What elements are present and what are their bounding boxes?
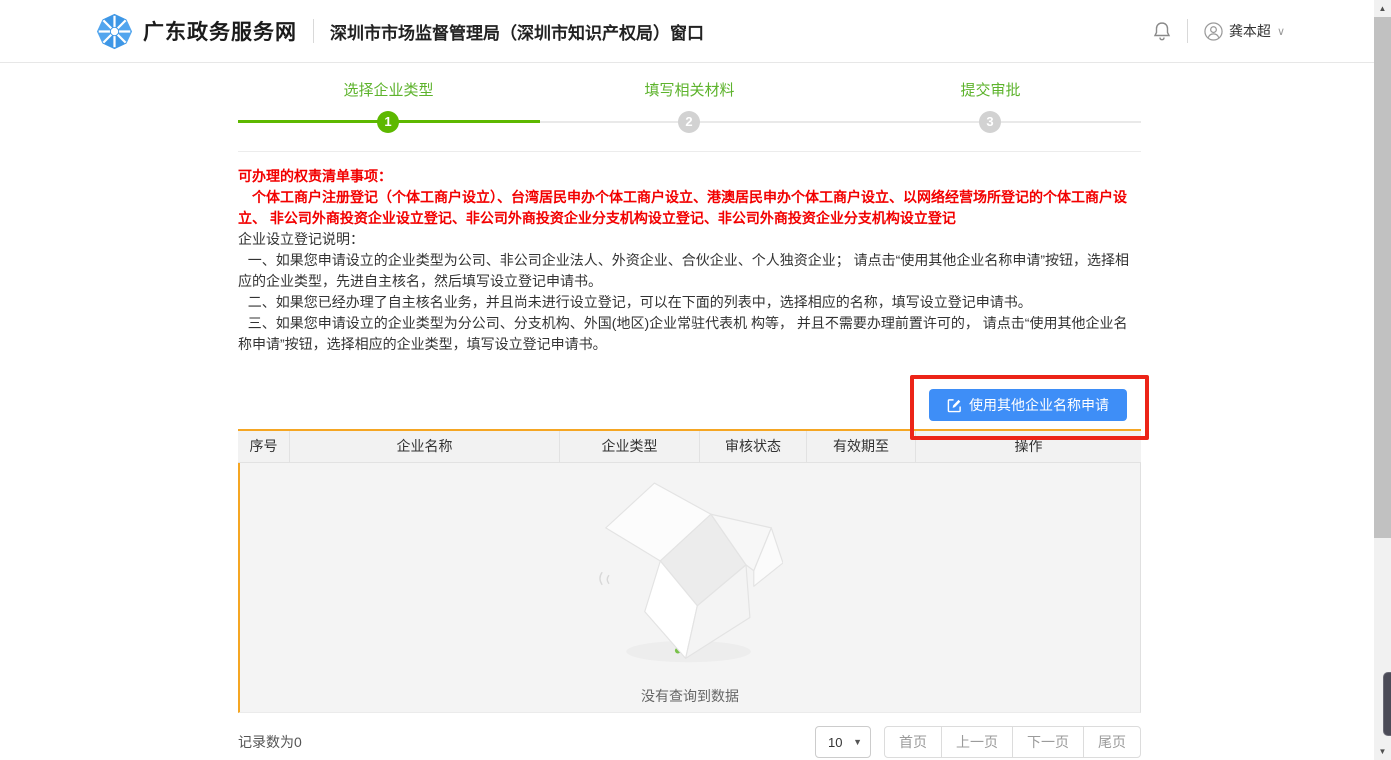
column-header-audit-status: 审核状态	[700, 431, 807, 462]
page-size-select[interactable]: 10 ▼	[815, 726, 871, 758]
notice-block: 可办理的权责清单事项： 个体工商户注册登记（个体工商户设立）、台湾居民申办个体工…	[238, 166, 1141, 355]
action-area: 使用其他企业名称申请	[238, 363, 1141, 429]
header-divider	[313, 19, 314, 43]
empty-state-text: 没有查询到数据	[641, 686, 739, 706]
table-empty-state: 没有查询到数据	[238, 463, 1141, 713]
next-page-button[interactable]: 下一页	[1012, 726, 1084, 758]
step-label-choose-type: 选择企业类型	[238, 79, 539, 99]
page-header: 广东政务服务网 深圳市市场监督管理局（深圳市知识产权局）窗口 龚本超 ∨	[0, 0, 1391, 63]
column-header-valid-until: 有效期至	[807, 431, 916, 462]
edit-icon	[947, 398, 962, 413]
step-dot-1: 1	[377, 111, 399, 133]
step-dot-3: 3	[979, 111, 1001, 133]
rights-list-body: 个体工商户注册登记（个体工商户设立）、台湾居民申办个体工商户设立、港澳居民申办个…	[238, 187, 1141, 229]
registration-desc-item-3: 三、如果您申请设立的企业类型为分公司、分支机构、外国(地区)企业常驻代表机 构等…	[238, 313, 1141, 355]
notification-bell-icon[interactable]	[1153, 21, 1171, 41]
step-label-submit-approval: 提交审批	[840, 79, 1141, 99]
scroll-down-icon[interactable]: ▼	[1374, 743, 1391, 760]
column-header-actions: 操作	[916, 431, 1141, 462]
scrollbar-thumb[interactable]	[1374, 17, 1391, 538]
edge-widget-handle[interactable]	[1383, 672, 1391, 736]
header-divider	[1187, 19, 1188, 43]
brand-name: 广东政务服务网	[143, 16, 297, 46]
step-label-fill-materials: 填写相关材料	[539, 79, 840, 99]
rights-list-title: 可办理的权责清单事项：	[238, 166, 1141, 187]
user-name: 龚本超	[1229, 21, 1271, 41]
chevron-down-icon: ∨	[1277, 25, 1285, 38]
avatar-icon	[1204, 22, 1223, 41]
list-footer: 记录数为0 10 ▼ 首页 上一页 下一页 尾页	[238, 726, 1141, 758]
scroll-up-icon[interactable]: ▲	[1374, 0, 1391, 17]
column-header-seq: 序号	[238, 431, 290, 462]
column-header-company-type: 企业类型	[560, 431, 700, 462]
vertical-scrollbar[interactable]: ▲ ▼	[1374, 0, 1391, 760]
registration-desc-item-2: 二、如果您已经办理了自主核名业务，并且尚未进行设立登记，可以在下面的列表中，选择…	[238, 292, 1141, 313]
column-header-company-name: 企业名称	[290, 431, 560, 462]
user-menu[interactable]: 龚本超 ∨	[1204, 21, 1285, 41]
window-title: 深圳市市场监督管理局（深圳市知识产权局）窗口	[330, 19, 704, 44]
table-header-row: 序号 企业名称 企业类型 审核状态 有效期至 操作	[238, 431, 1141, 463]
empty-box-illustration	[598, 479, 783, 684]
select-caret-icon: ▼	[853, 737, 862, 747]
use-other-company-name-button[interactable]: 使用其他企业名称申请	[929, 389, 1127, 421]
prev-page-button[interactable]: 上一页	[941, 726, 1013, 758]
record-count: 记录数为0	[238, 732, 302, 752]
section-divider	[238, 151, 1141, 152]
pagination: 10 ▼ 首页 上一页 下一页 尾页	[815, 726, 1141, 758]
use-other-company-name-label: 使用其他企业名称申请	[969, 395, 1109, 415]
company-name-table: 序号 企业名称 企业类型 审核状态 有效期至 操作	[238, 429, 1141, 713]
page-size-value: 10	[828, 735, 842, 750]
gdzwfw-logo-icon	[96, 13, 133, 50]
registration-desc-item-1: 一、如果您申请设立的企业类型为公司、非公司企业法人、外资企业、合伙企业、个人独资…	[238, 250, 1141, 292]
first-page-button[interactable]: 首页	[884, 726, 942, 758]
last-page-button[interactable]: 尾页	[1083, 726, 1141, 758]
registration-desc-title: 企业设立登记说明：	[238, 229, 1141, 250]
step-wizard: 选择企业类型 填写相关材料 提交审批 1 2 3	[238, 63, 1141, 152]
step-dot-2: 2	[678, 111, 700, 133]
